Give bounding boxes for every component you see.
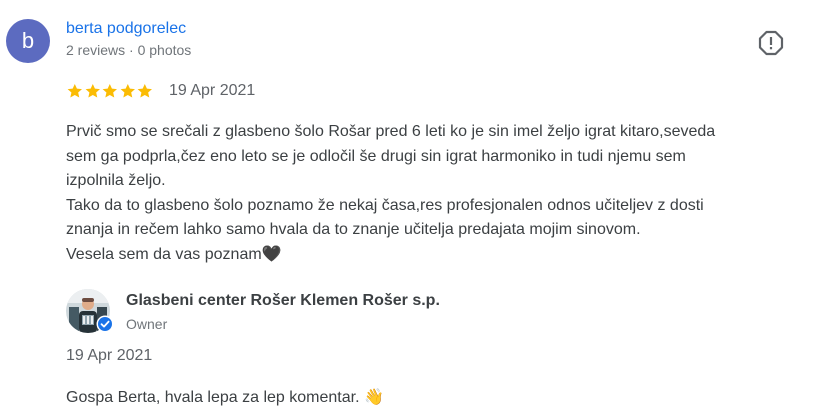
reviewer-avatar[interactable]: b <box>6 19 50 63</box>
star-icon <box>85 84 100 98</box>
star-icon <box>102 84 118 98</box>
review-text-line: Vesela sem da vas poznam🖤 <box>66 245 282 263</box>
star-rating <box>66 82 154 100</box>
review-text-line: izpolnila željo. <box>66 172 166 189</box>
review-text-line: znanja in rečem lahko samo hvala da to z… <box>66 221 641 238</box>
review-text-line: Tako da to glasbeno šolo poznamo že neka… <box>66 196 704 214</box>
report-review-button[interactable] <box>756 28 786 58</box>
reply-text: Gospa Berta, hvala lepa za lep komentar.… <box>66 389 384 406</box>
reply-date: 19 Apr 2021 <box>66 347 153 364</box>
star-icon <box>137 84 153 98</box>
review-text-line: Prvič smo se srečali z glasbeno šolo Roš… <box>66 123 716 140</box>
review-text-line: sem ga podprla,čez eno leto se je odloči… <box>66 147 686 165</box>
star-icon <box>67 84 82 98</box>
star-icon <box>120 84 135 98</box>
verified-check-icon <box>96 315 114 333</box>
reviewer-meta: 2 reviews · 0 photos <box>66 42 192 58</box>
reviewer-name-link[interactable]: berta podgorelec <box>66 20 186 38</box>
review-text: Prvič smo se srečali z glasbeno šolo Roš… <box>66 120 796 267</box>
review-date: 19 Apr 2021 <box>169 82 256 99</box>
owner-role-label: Owner <box>126 316 168 332</box>
report-flag-icon <box>758 30 784 56</box>
owner-name: Glasbeni center Rošer Klemen Rošer s.p. <box>126 292 440 309</box>
